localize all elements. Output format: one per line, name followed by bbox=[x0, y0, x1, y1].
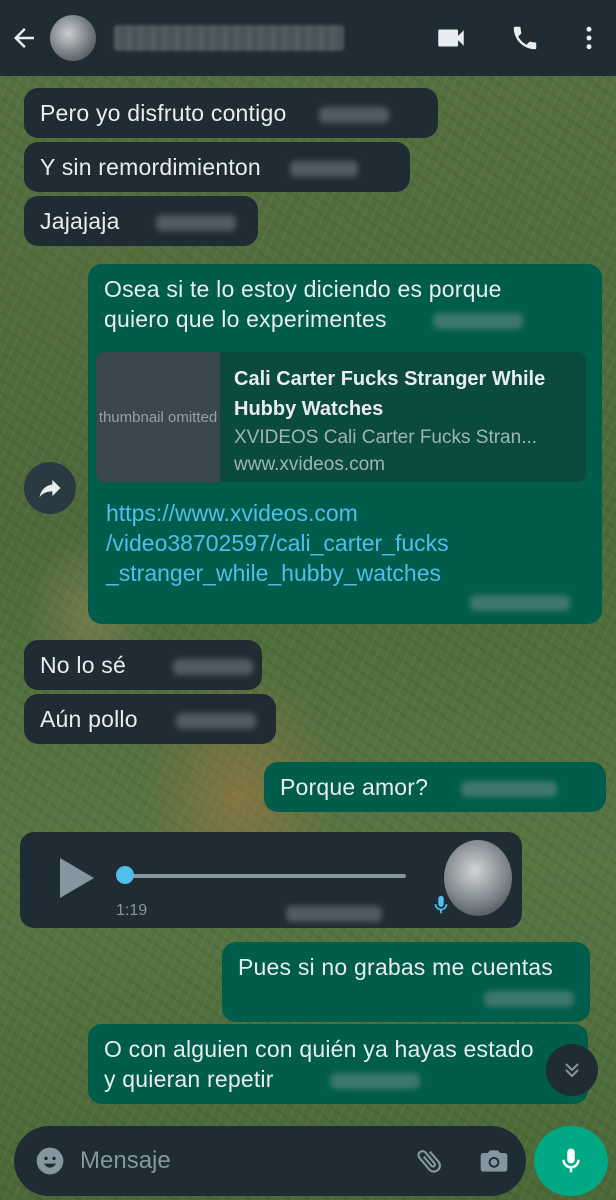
forward-arrow-icon bbox=[39, 479, 61, 498]
message-time-redacted bbox=[286, 906, 382, 922]
play-icon[interactable] bbox=[60, 858, 94, 898]
scroll-to-bottom-button[interactable] bbox=[546, 1044, 598, 1096]
message-input[interactable] bbox=[80, 1147, 380, 1175]
microphone-icon bbox=[434, 895, 448, 914]
voice-progress-track[interactable] bbox=[124, 874, 406, 878]
camera-icon bbox=[480, 1150, 508, 1172]
contact-name[interactable] bbox=[114, 25, 344, 51]
back-arrow-icon bbox=[14, 28, 34, 48]
emoji-icon bbox=[36, 1147, 64, 1175]
message-text: Aún pollo bbox=[40, 706, 138, 732]
message-text: O con alguien con quién ya hayas estado bbox=[104, 1036, 534, 1062]
voice-message[interactable]: 1:19 bbox=[20, 832, 522, 928]
message-time-redacted bbox=[176, 712, 257, 729]
message-incoming[interactable]: Aún pollo bbox=[24, 694, 276, 744]
paperclip-icon bbox=[417, 1150, 441, 1173]
link-preview-host: www.xvideos.com bbox=[234, 454, 385, 475]
message-text: Porque amor? bbox=[280, 774, 429, 800]
link-preview-title: Cali Carter Fucks Stranger While Hubby W… bbox=[234, 368, 546, 420]
video-call-icon bbox=[438, 29, 464, 47]
message-time-redacted bbox=[433, 312, 524, 329]
url-line[interactable]: https://www.xvideos.com bbox=[106, 498, 576, 528]
record-voice-button[interactable] bbox=[534, 1126, 608, 1196]
camera-button[interactable] bbox=[462, 1145, 526, 1177]
voice-sender-avatar bbox=[444, 840, 512, 916]
voice-duration: 1:19 bbox=[116, 902, 148, 919]
message-compose-bar bbox=[14, 1126, 526, 1196]
voice-progress-knob[interactable] bbox=[116, 866, 134, 884]
message-outgoing[interactable]: Pues si no grabas me cuentas bbox=[222, 942, 590, 1022]
url-line[interactable]: _stranger_while_hubby_watches bbox=[106, 558, 576, 588]
link-preview-thumbnail-omitted: thumbnail omitted bbox=[96, 352, 220, 482]
url-line[interactable]: /video38702597/cali_carter_fucks bbox=[106, 528, 576, 558]
forward-button[interactable] bbox=[24, 462, 76, 514]
message-text: Osea si te lo estoy diciendo es porque bbox=[104, 276, 502, 302]
message-link-url[interactable]: https://www.xvideos.com /video38702597/c… bbox=[106, 498, 576, 588]
message-text: No lo sé bbox=[40, 652, 126, 678]
message-time-redacted bbox=[330, 1072, 421, 1089]
microphone-icon bbox=[562, 1148, 580, 1173]
message-time-redacted bbox=[172, 658, 253, 675]
message-incoming[interactable]: No lo sé bbox=[24, 640, 262, 690]
message-outgoing[interactable]: O con alguien con quién ya hayas estado … bbox=[88, 1024, 588, 1104]
more-options-button[interactable] bbox=[562, 0, 616, 76]
message-time-redacted bbox=[289, 160, 358, 177]
message-incoming[interactable]: Y sin remordimienton bbox=[24, 142, 410, 192]
message-time-redacted bbox=[156, 214, 237, 231]
voice-call-button[interactable] bbox=[488, 0, 562, 76]
message-incoming[interactable]: Jajajaja bbox=[24, 196, 258, 246]
message-time-redacted bbox=[484, 990, 574, 1007]
message-text: Y sin remordimienton bbox=[40, 154, 261, 180]
message-text: Pero yo disfruto contigo bbox=[40, 100, 287, 126]
back-button[interactable] bbox=[0, 0, 48, 76]
video-call-button[interactable] bbox=[414, 0, 488, 76]
more-vertical-icon bbox=[586, 26, 592, 50]
attach-button[interactable] bbox=[398, 1145, 462, 1177]
message-text: Pues si no grabas me cuentas bbox=[238, 954, 553, 980]
message-outgoing[interactable]: Porque amor? bbox=[264, 762, 606, 812]
emoji-button[interactable] bbox=[22, 1145, 78, 1177]
phone-icon bbox=[513, 26, 537, 50]
message-time-redacted bbox=[319, 106, 390, 123]
contact-avatar[interactable] bbox=[50, 15, 96, 61]
link-preview-card[interactable]: thumbnail omitted Cali Carter Fucks Stra… bbox=[96, 352, 586, 482]
message-time-redacted bbox=[470, 594, 570, 611]
message-text: y quieran repetir bbox=[104, 1066, 274, 1092]
message-text: quiero que lo experimentes bbox=[104, 306, 387, 332]
double-chevron-down-icon bbox=[565, 1063, 579, 1078]
message-text: Jajajaja bbox=[40, 208, 120, 234]
message-incoming[interactable]: Pero yo disfruto contigo bbox=[24, 88, 438, 138]
message-time-redacted bbox=[460, 780, 557, 797]
link-preview-description: XVIDEOS Cali Carter Fucks Stran... bbox=[234, 427, 538, 448]
chat-header bbox=[0, 0, 616, 76]
